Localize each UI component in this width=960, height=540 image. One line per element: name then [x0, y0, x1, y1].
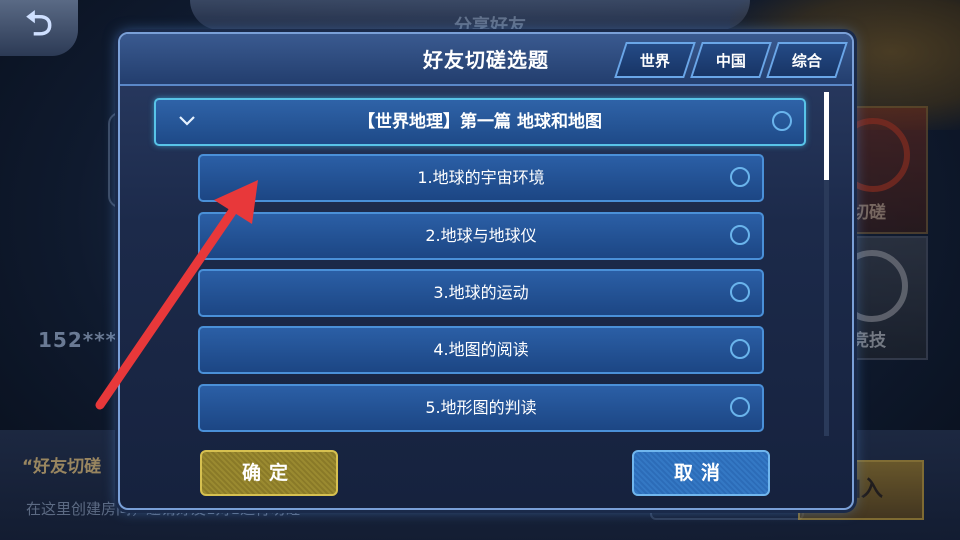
- tab-comprehensive[interactable]: 综合: [766, 42, 848, 78]
- category-tabs: 世界 中国 综合: [614, 42, 848, 78]
- confirm-button[interactable]: 确定: [200, 450, 338, 496]
- topic-item-radio[interactable]: [730, 282, 750, 302]
- topic-item-label: 1.地球的宇宙环境: [417, 168, 545, 187]
- topic-item[interactable]: 3.地球的运动: [198, 269, 764, 317]
- tab-label: 中国: [715, 51, 746, 70]
- topic-item-label: 3.地球的运动: [433, 283, 529, 302]
- topic-item[interactable]: 4.地图的阅读: [198, 326, 764, 374]
- back-arrow-icon: ⮌: [25, 3, 53, 44]
- topic-select-modal: 好友切磋选题 世界 中国 综合 【世界地理】第一篇 地球和地图 1.地球的宇宙环…: [118, 32, 854, 510]
- topic-item[interactable]: 5.地形图的判读: [198, 384, 764, 432]
- topic-item-label: 4.地图的阅读: [433, 340, 529, 359]
- tab-label: 综合: [791, 51, 822, 70]
- topic-item[interactable]: 1.地球的宇宙环境: [198, 154, 764, 202]
- topic-item-radio[interactable]: [730, 167, 750, 187]
- group-radio[interactable]: [772, 111, 792, 131]
- topic-item-radio[interactable]: [730, 339, 750, 359]
- cancel-button[interactable]: 取消: [632, 450, 770, 496]
- topic-item-radio[interactable]: [730, 397, 750, 417]
- topic-item[interactable]: 2.地球与地球仪: [198, 212, 764, 260]
- scroll-thumb[interactable]: [824, 92, 829, 180]
- topic-item-label: 2.地球与地球仪: [425, 226, 537, 245]
- tab-world[interactable]: 世界: [614, 42, 696, 78]
- topic-list: 【世界地理】第一篇 地球和地图 1.地球的宇宙环境 2.地球与地球仪 3.地球的…: [154, 98, 806, 438]
- topic-item-radio[interactable]: [730, 225, 750, 245]
- list-scrollbar[interactable]: [824, 92, 829, 436]
- topic-group-row[interactable]: 【世界地理】第一篇 地球和地图: [154, 98, 806, 146]
- topic-item-label: 5.地形图的判读: [425, 398, 537, 417]
- tab-china[interactable]: 中国: [690, 42, 772, 78]
- tab-label: 世界: [639, 51, 670, 70]
- back-button[interactable]: ⮌: [0, 0, 78, 56]
- bg-bottom-quote: “好友切磋: [22, 457, 102, 477]
- topic-group-label: 【世界地理】第一篇 地球和地图: [358, 112, 602, 132]
